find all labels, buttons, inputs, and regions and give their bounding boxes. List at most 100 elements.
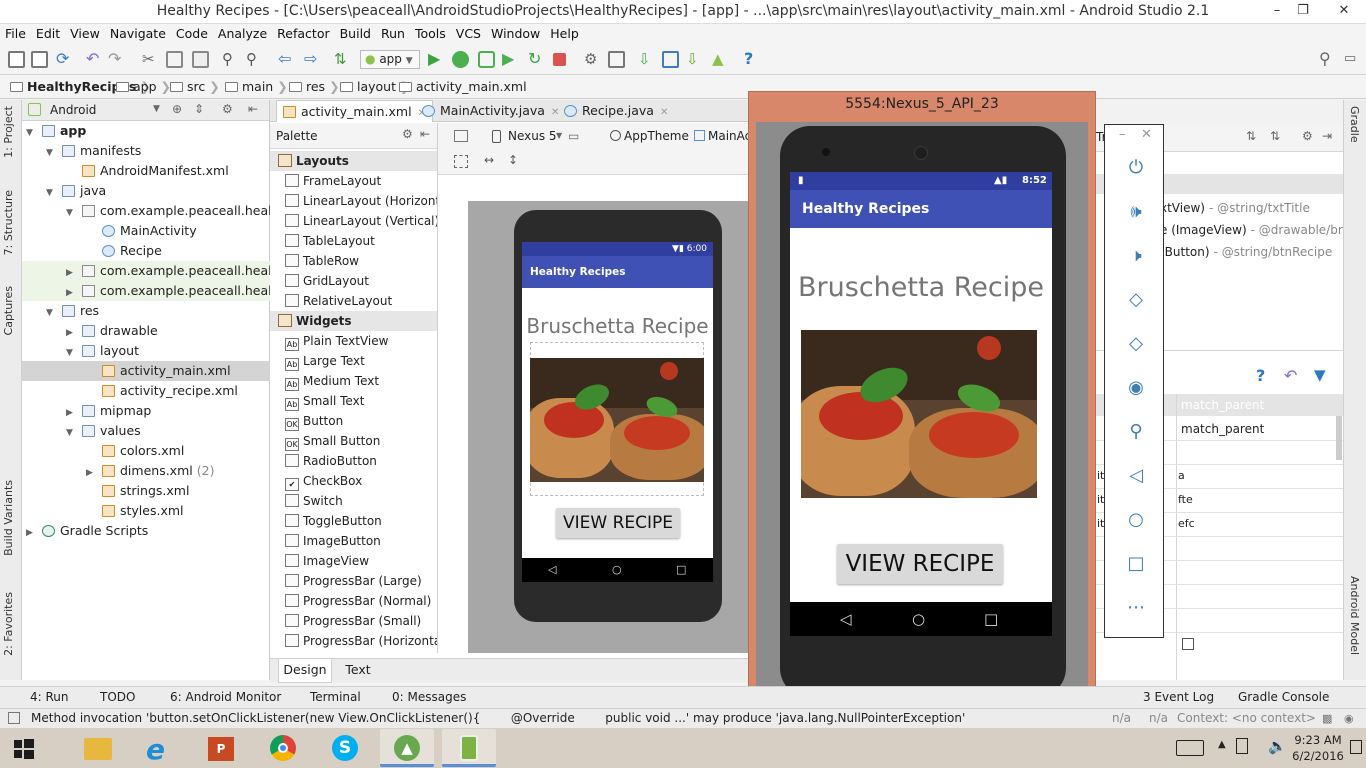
tool-tab-android-model[interactable]: Android Model: [1348, 576, 1361, 655]
property-checkbox[interactable]: [1182, 638, 1194, 650]
palette-item[interactable]: ProgressBar (Large): [270, 571, 437, 591]
back-icon[interactable]: ◁: [1125, 465, 1147, 487]
status-toggle-icon[interactable]: [8, 712, 20, 724]
tree-item[interactable]: ▼ manifests: [22, 141, 270, 161]
tool-tab-gradle[interactable]: Gradle: [1348, 106, 1361, 143]
open-icon[interactable]: [8, 51, 25, 68]
palette-item[interactable]: ImageView: [270, 551, 437, 571]
tree-item[interactable]: ▼ app: [22, 121, 270, 141]
taskbar-clock[interactable]: 9:23 AM 6/2/2016: [1292, 732, 1344, 764]
minimize-icon[interactable]: –: [1119, 127, 1126, 142]
close-button[interactable]: ✕: [1322, 0, 1366, 22]
tree-item[interactable]: ▼ layout: [22, 341, 270, 361]
run-icon[interactable]: ▶: [428, 51, 445, 68]
sync-icon[interactable]: ⟳: [56, 51, 73, 68]
tool-tab-captures[interactable]: Captures: [2, 286, 15, 335]
tool-tab-7-structure[interactable]: 7: Structure: [2, 190, 15, 255]
editor-tab[interactable]: MainActivity.java ✕: [416, 100, 565, 122]
project-structure-icon[interactable]: ⚙: [584, 51, 601, 68]
palette-item[interactable]: ProgressBar (Normal): [270, 591, 437, 611]
overview-icon[interactable]: □: [1125, 553, 1147, 575]
tree-item[interactable]: activity_main.xml: [22, 361, 270, 381]
palette-item[interactable]: Ab Large Text: [270, 351, 437, 371]
tree-item[interactable]: AndroidManifest.xml: [22, 161, 270, 181]
coverage-icon[interactable]: ▶: [502, 51, 519, 68]
home-icon[interactable]: ○: [912, 602, 925, 636]
cut-icon[interactable]: ✂: [142, 51, 159, 68]
tab-text[interactable]: Text: [336, 659, 380, 683]
collapse-all-icon[interactable]: ⇅: [1270, 129, 1280, 143]
palette-item[interactable]: OK Button: [270, 411, 437, 431]
zoom-fit-icon[interactable]: [454, 155, 468, 168]
speaker-icon[interactable]: 🔈: [1268, 737, 1287, 755]
tab-design[interactable]: Design: [278, 659, 332, 683]
menu-item-edit[interactable]: Edit: [31, 24, 65, 43]
tree-item[interactable]: ▼ java: [22, 181, 270, 201]
palette-item[interactable]: LinearLayout (Horizontal): [270, 191, 437, 211]
preview-view-recipe-button[interactable]: VIEW RECIPE: [556, 508, 680, 538]
make-project-icon[interactable]: ⇅: [334, 51, 351, 68]
skype-icon[interactable]: S: [318, 729, 372, 767]
attach-debugger-icon[interactable]: [478, 51, 495, 68]
menu-item-navigate[interactable]: Navigate: [105, 24, 171, 43]
palette-item[interactable]: ImageButton: [270, 531, 437, 551]
tree-item[interactable]: ▶ Gradle Scripts: [22, 521, 270, 541]
view-recipe-button[interactable]: VIEW RECIPE: [837, 544, 1003, 584]
keyboard-icon[interactable]: [1176, 740, 1204, 756]
tool-tab-2-favorites[interactable]: 2: Favorites: [2, 592, 15, 656]
tree-item[interactable]: strings.xml: [22, 481, 270, 501]
forward-icon[interactable]: ⇨: [304, 51, 321, 68]
stop-icon[interactable]: [553, 53, 566, 66]
tree-item[interactable]: ▼ res: [22, 301, 270, 321]
tree-item[interactable]: ▶ dimens.xml (2): [22, 461, 270, 481]
emulator-screen[interactable]: ▮ ▲▮ 8:52 Healthy Recipes Bruschetta Rec…: [790, 172, 1052, 636]
back-icon[interactable]: ◁: [840, 602, 852, 636]
power-icon[interactable]: ⏻: [1125, 157, 1147, 179]
volume-up-icon[interactable]: 🕪: [1125, 201, 1147, 223]
gear-icon[interactable]: ⚙: [402, 127, 413, 141]
breadcrumb-item[interactable]: src ❯: [170, 79, 224, 94]
layout-icon[interactable]: ▭: [1344, 51, 1361, 68]
expand-vertical-icon[interactable]: ↕: [508, 153, 518, 167]
hide-icon[interactable]: ⇤: [420, 127, 430, 141]
property-value[interactable]: efc: [1178, 517, 1195, 530]
network-icon[interactable]: [1236, 738, 1248, 754]
tree-item[interactable]: activity_recipe.xml: [22, 381, 270, 401]
target-icon[interactable]: ⊕: [172, 102, 182, 116]
chrome-icon[interactable]: [256, 729, 310, 767]
palette-item[interactable]: Ab Plain TextView: [270, 331, 437, 351]
tree-item[interactable]: ▶ drawable: [22, 321, 270, 341]
palette-item[interactable]: LinearLayout (Vertical): [270, 211, 437, 231]
gradle-sync-icon[interactable]: ⇩: [638, 51, 655, 68]
rotate-right-icon[interactable]: ◇: [1125, 333, 1147, 355]
tool-window-button[interactable]: Terminal: [310, 690, 361, 704]
menu-item-file[interactable]: File: [0, 24, 31, 43]
tool-window-button[interactable]: 0: Messages: [392, 690, 466, 704]
search-everywhere-icon[interactable]: ⚲: [1319, 51, 1336, 68]
palette-item[interactable]: ProgressBar (Horizontal): [270, 631, 437, 651]
find-icon[interactable]: ⚲: [222, 51, 239, 68]
chevron-down-icon[interactable]: ▼: [153, 104, 160, 114]
home-icon[interactable]: ○: [1125, 509, 1147, 531]
palette-item[interactable]: RadioButton: [270, 451, 437, 471]
device-select[interactable]: Nexus 5: [508, 129, 557, 143]
tool-window-button[interactable]: Gradle Console: [1238, 690, 1329, 704]
undo-icon[interactable]: ↶: [1284, 366, 1297, 385]
tool-window-button[interactable]: 3 Event Log: [1143, 690, 1214, 704]
menu-item-run[interactable]: Run: [376, 24, 410, 43]
palette-item[interactable]: RelativeLayout: [270, 291, 437, 311]
menu-item-build[interactable]: Build: [335, 24, 376, 43]
palette-item[interactable]: TableLayout: [270, 231, 437, 251]
menu-item-refactor[interactable]: Refactor: [272, 24, 334, 43]
tree-item[interactable]: ▶ com.example.peaceall.healthyre: [22, 281, 270, 301]
start-button[interactable]: [0, 729, 48, 767]
menu-item-view[interactable]: View: [65, 24, 105, 43]
collapse-icon[interactable]: ⇕: [194, 102, 204, 116]
zoom-icon[interactable]: ⚲: [1125, 421, 1147, 443]
paste-icon[interactable]: [192, 51, 209, 68]
help-icon[interactable]: ?: [1256, 366, 1265, 385]
copy-icon[interactable]: [166, 51, 183, 68]
project-view-mode[interactable]: Android: [50, 103, 96, 117]
debug-icon[interactable]: [452, 51, 469, 68]
tool-tab-build-variants[interactable]: Build Variants: [2, 480, 15, 556]
